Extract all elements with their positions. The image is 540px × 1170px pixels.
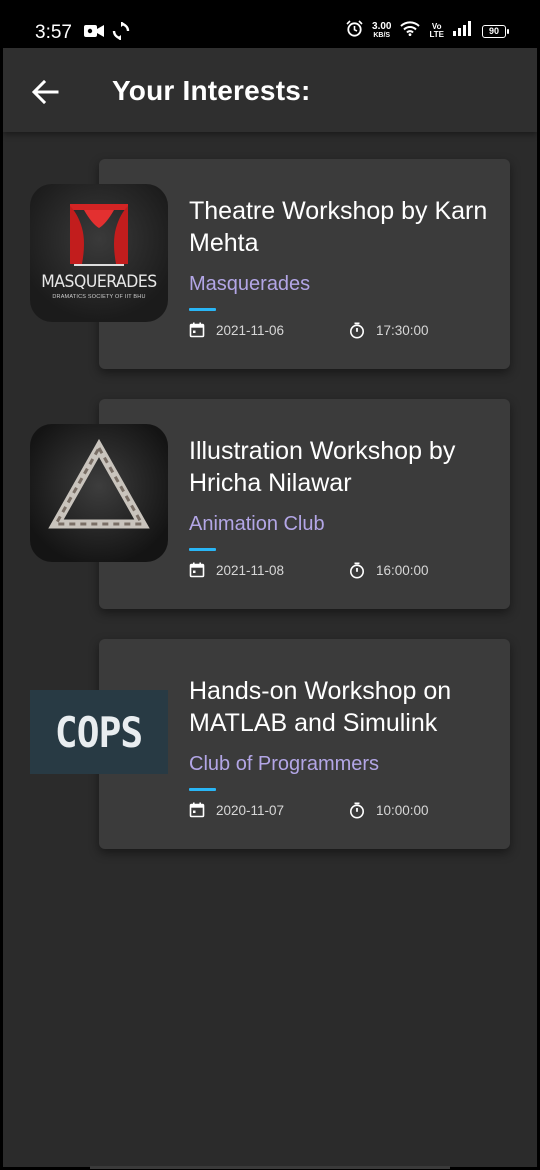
curtain-icon <box>70 204 128 266</box>
signal-icon <box>453 21 473 41</box>
event-club: Animation Club <box>189 513 325 535</box>
event-date-text: 2021-11-08 <box>216 562 285 578</box>
timer-icon <box>350 322 364 339</box>
cops-logo: COPS <box>30 690 168 774</box>
volte-indicator: Vo LTE <box>429 23 444 39</box>
timer-icon <box>350 802 364 819</box>
status-bar: 3:57 3.00 KB/S Vo LTE 90 <box>0 0 540 48</box>
event-date: 2021-11-06 <box>189 322 284 338</box>
network-speed-unit: KB/S <box>373 32 391 39</box>
event-time-text: 10:00:00 <box>376 803 429 818</box>
event-time-text: 16:00:00 <box>376 563 429 578</box>
event-time-text: 17:30:00 <box>376 323 429 338</box>
status-right-icons: 3.00 KB/S Vo LTE 90 <box>346 20 509 42</box>
back-button[interactable] <box>27 74 63 110</box>
event-club: Club of Programmers <box>189 753 380 775</box>
masquerades-logo: MASQUERADES DRAMATICS SOCIETY OF IIT BHU <box>30 184 168 322</box>
masquerades-logo-subtext: DRAMATICS SOCIETY OF IIT BHU <box>52 294 146 300</box>
event-time: 10:00:00 <box>349 802 429 819</box>
volte-bottom: LTE <box>429 30 444 39</box>
status-left-icons <box>84 21 130 45</box>
event-title: Illustration Workshop by Hricha Nilawar <box>189 437 456 497</box>
masquerades-logo-text: MASQUERADES <box>41 272 157 292</box>
event-date-text: 2021-11-06 <box>216 322 285 338</box>
page-title: Your Interests: <box>112 75 311 106</box>
battery-level: 90 <box>488 26 499 36</box>
network-speed-value: 3.00 <box>372 21 392 32</box>
status-time: 3:57 <box>35 22 72 43</box>
event-divider <box>189 788 216 791</box>
sync-icon <box>112 21 130 45</box>
video-camera-icon <box>84 24 104 43</box>
event-divider <box>189 548 216 551</box>
battery-indicator: 90 <box>482 24 509 38</box>
event-date-text: 2020-11-07 <box>216 802 285 818</box>
app-bar: Your Interests: <box>3 48 537 132</box>
event-date: 2020-11-07 <box>189 802 284 818</box>
event-time: 17:30:00 <box>349 322 429 339</box>
interests-screen: Your Interests: Theatre Workshop by Karn… <box>3 48 537 1167</box>
event-time: 16:00:00 <box>349 562 429 579</box>
event-title: Theatre Workshop by Karn Mehta <box>189 197 488 257</box>
arrow-left-icon <box>31 80 59 104</box>
calendar-icon <box>189 802 205 818</box>
event-title: Hands-on Workshop on MATLAB and Simulink <box>189 677 452 737</box>
timer-icon <box>350 562 364 579</box>
triangle-icon <box>48 438 150 529</box>
calendar-icon <box>189 322 205 338</box>
calendar-icon <box>189 562 205 578</box>
event-club: Masquerades <box>189 273 311 295</box>
alarm-icon <box>346 20 363 42</box>
network-speed: 3.00 KB/S <box>372 22 391 40</box>
animation-club-logo <box>30 424 168 562</box>
wifi-icon <box>400 21 421 41</box>
cops-logo-text: COPS <box>55 707 143 757</box>
event-date: 2021-11-08 <box>189 562 284 578</box>
event-divider <box>189 308 216 311</box>
gesture-bar <box>90 1166 450 1169</box>
